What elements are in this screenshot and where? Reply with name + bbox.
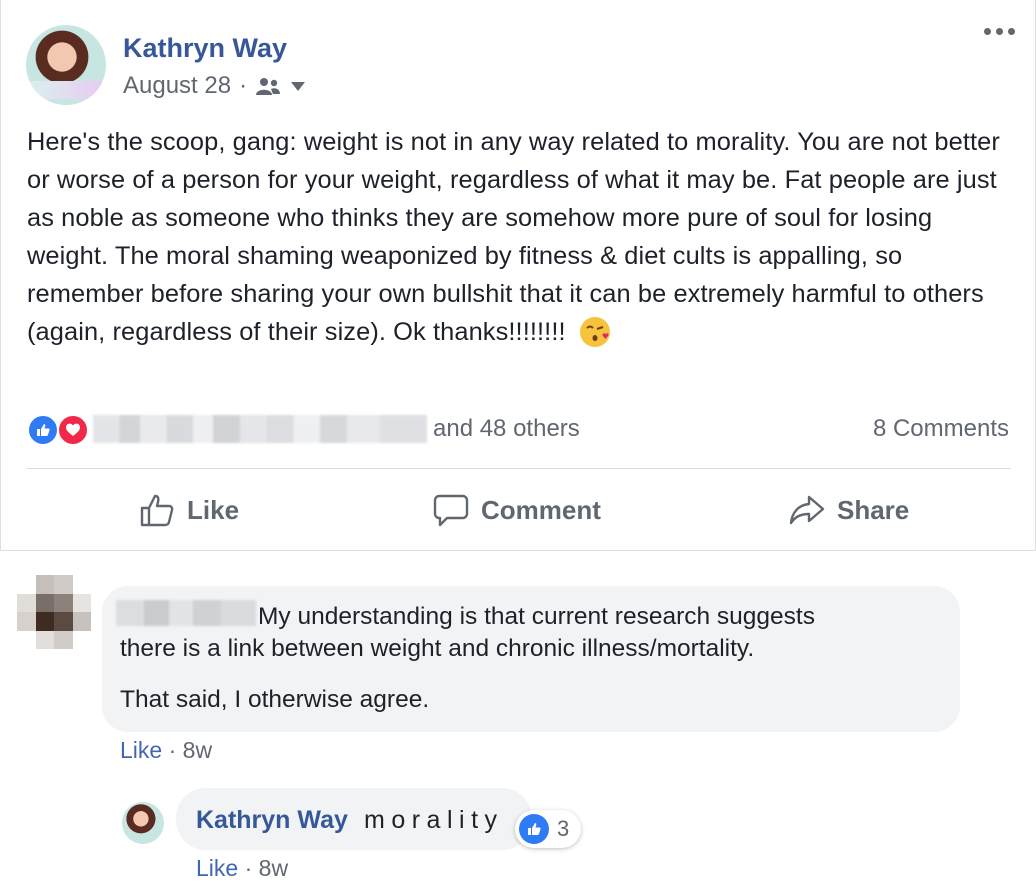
like-reaction-icon[interactable]: [27, 414, 59, 446]
post-date[interactable]: August 28: [123, 72, 231, 100]
reply-like-link[interactable]: Like: [196, 855, 238, 881]
blurred-commenter-name[interactable]: [116, 600, 256, 626]
commenter-avatar-pixelated[interactable]: [17, 575, 91, 649]
reply-text: morality: [364, 806, 504, 834]
reply-author-name[interactable]: Kathryn Way: [196, 806, 348, 835]
friends-icon[interactable]: [255, 76, 281, 96]
like-button[interactable]: Like: [139, 480, 239, 540]
post-card: Kathryn Way August 28 · Here's the scoop…: [0, 0, 1036, 551]
comment-actions-separator: ·: [168, 737, 177, 763]
comment-button[interactable]: Comment: [433, 480, 601, 540]
reply-bubble: Kathryn Way morality: [176, 788, 532, 850]
comment-like-link[interactable]: Like: [120, 737, 162, 763]
kissing-face-emoji-icon: [579, 316, 610, 347]
post-body: Here's the scoop, gang: weight is not in…: [27, 124, 1012, 351]
reply-actions: Like · 8w: [196, 855, 288, 882]
post-meta: August 28 ·: [123, 72, 306, 100]
more-dot-icon: [996, 28, 1003, 35]
comment-timestamp[interactable]: 8w: [183, 737, 212, 763]
post-text: Here's the scoop, gang: weight is not in…: [27, 128, 1000, 346]
post-author-name[interactable]: Kathryn Way: [123, 33, 287, 64]
author-avatar[interactable]: [26, 25, 106, 105]
post-action-bar: Like Comment Share: [27, 480, 1011, 540]
comment-bubble: My understanding is that current researc…: [102, 586, 960, 732]
like-reaction-icon: [519, 814, 549, 844]
share-button[interactable]: Share: [789, 480, 909, 540]
comment-button-label: Comment: [481, 494, 601, 525]
reactions-row: and 48 others 8 Comments: [27, 412, 1011, 446]
love-reaction-icon[interactable]: [57, 414, 89, 446]
chevron-down-icon[interactable]: [291, 81, 306, 91]
comment-text-line: there is a link between weight and chron…: [120, 635, 755, 662]
comment-actions: Like · 8w: [120, 737, 212, 764]
reply-author-avatar[interactable]: [122, 802, 164, 844]
divider: [27, 468, 1011, 469]
reply-reaction-count: 3: [557, 816, 570, 841]
thumbs-up-icon: [140, 494, 174, 527]
post-options-button[interactable]: [984, 28, 1015, 35]
share-arrow-icon: [789, 495, 825, 525]
comments-count[interactable]: 8 Comments: [873, 415, 1009, 443]
reply-actions-separator: ·: [244, 855, 253, 881]
like-button-label: Like: [187, 494, 240, 525]
comment-text-line: My understanding is that current researc…: [258, 603, 815, 630]
share-button-label: Share: [837, 494, 910, 525]
meta-separator: ·: [239, 72, 248, 99]
reply-reaction-badge[interactable]: 3: [515, 810, 582, 848]
blurred-reactor-names: [93, 415, 427, 443]
more-dot-icon: [1008, 28, 1015, 35]
comment-text-line: That said, I otherwise agree.: [120, 686, 430, 713]
comment-bubble-icon: [433, 494, 469, 527]
more-dot-icon: [984, 28, 991, 35]
reply-timestamp[interactable]: 8w: [259, 855, 288, 881]
reaction-others-text[interactable]: and 48 others: [433, 415, 580, 443]
